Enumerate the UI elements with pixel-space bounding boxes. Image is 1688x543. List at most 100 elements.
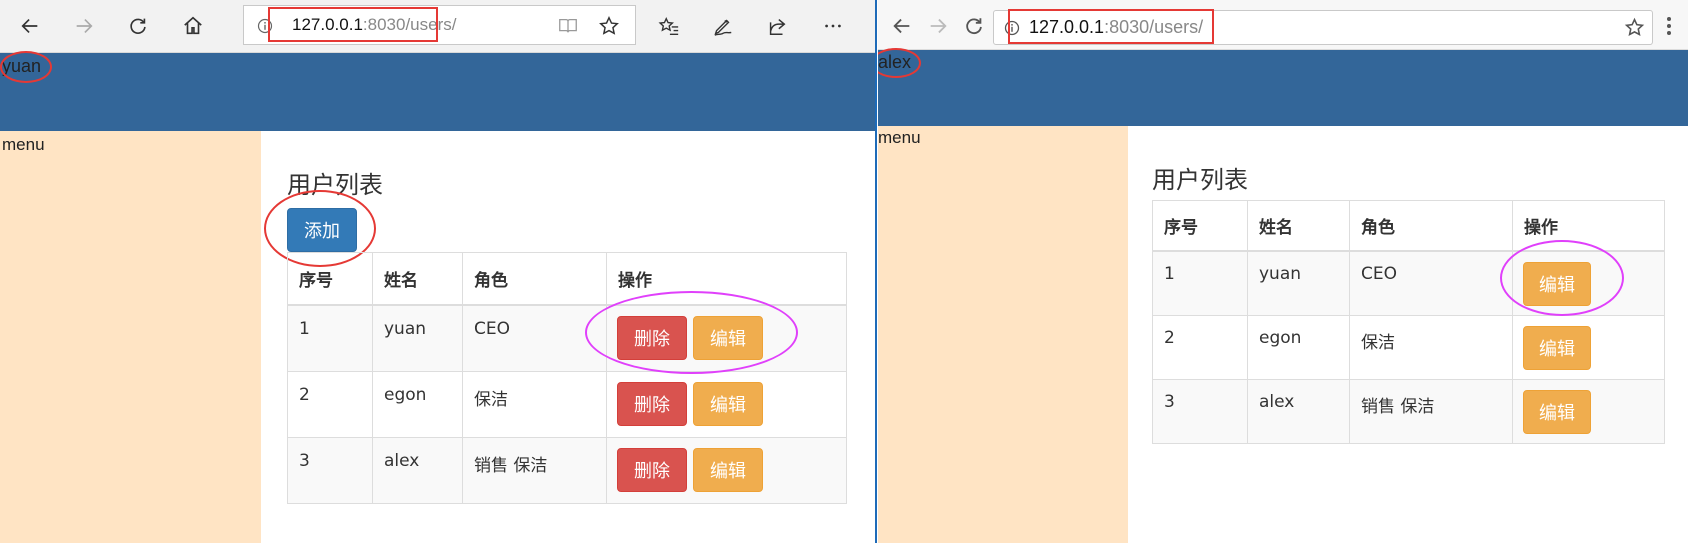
current-user: yuan (2, 56, 42, 76)
edit-button[interactable]: 编辑 (1523, 325, 1591, 370)
column-header-name: 姓名 (1247, 200, 1350, 252)
address-bar[interactable]: 127.0.0.1:8030/users/ (993, 9, 1653, 45)
favorites-button[interactable] (651, 8, 687, 44)
arrow-right-icon (76, 18, 93, 34)
share-icon (769, 19, 786, 35)
forward-button[interactable] (920, 8, 956, 44)
arrow-left-icon (893, 18, 910, 34)
page-header: alex (878, 50, 1688, 126)
info-icon (1004, 20, 1020, 36)
browser-window-left: 127.0.0.1:8030/users/ yuan menu 用户列表 添加 … (0, 0, 877, 543)
more-button[interactable] (815, 8, 851, 44)
cell-role: 销售 保洁 (462, 436, 607, 504)
url-text: 127.0.0.1:8030/users/ (1029, 17, 1203, 38)
cell-name: yuan (1247, 250, 1350, 316)
share-button[interactable] (759, 8, 795, 44)
browser-window-right: 127.0.0.1:8030/users/ alex menu 用户列表 序号 … (878, 0, 1688, 543)
pen-icon (714, 19, 732, 36)
table-row: 3 alex 销售 保洁 删除 编辑 (287, 436, 847, 504)
cell-id: 3 (1152, 378, 1248, 444)
edit-button[interactable]: 编辑 (1523, 262, 1591, 306)
table-header-row: 序号 姓名 角色 操作 (287, 252, 847, 306)
arrow-left-icon (21, 18, 38, 34)
edit-button[interactable]: 编辑 (1523, 389, 1591, 434)
refresh-button[interactable] (120, 8, 156, 44)
edit-button[interactable]: 编辑 (693, 316, 763, 360)
cell-id: 2 (287, 370, 373, 438)
edit-button[interactable]: 编辑 (693, 381, 763, 426)
column-header-id: 序号 (1152, 200, 1248, 252)
menu-label: menu (878, 128, 921, 147)
home-button[interactable] (175, 8, 211, 44)
bookmark-star-icon[interactable] (1624, 17, 1645, 38)
favorites-list-icon (658, 17, 679, 35)
column-header-actions: 操作 (1512, 200, 1665, 252)
table-row: 1 yuan CEO 删除 编辑 (287, 304, 847, 372)
delete-button[interactable]: 删除 (617, 447, 687, 492)
table-row: 2 egon 保洁 编辑 (1152, 314, 1665, 380)
delete-button[interactable]: 删除 (617, 316, 687, 360)
arrow-right-icon (930, 18, 947, 34)
home-icon (184, 16, 202, 35)
cell-actions: 编辑 (1512, 250, 1665, 316)
cell-actions: 编辑 (1512, 314, 1665, 380)
cell-name: alex (1247, 378, 1350, 444)
url-host: 127.0.0.1 (292, 15, 363, 34)
reload-button[interactable] (956, 8, 992, 44)
menu-dots-icon[interactable] (1663, 14, 1675, 38)
more-dots-icon (825, 24, 841, 28)
favorite-star-icon[interactable] (598, 15, 620, 37)
address-bar[interactable]: 127.0.0.1:8030/users/ (243, 5, 636, 45)
reading-view-icon[interactable] (557, 15, 579, 37)
column-header-name: 姓名 (372, 252, 463, 306)
url-text: 127.0.0.1:8030/users/ (292, 15, 456, 35)
column-header-role: 角色 (1349, 200, 1513, 252)
info-icon (257, 18, 273, 34)
current-user: alex (878, 52, 912, 72)
page-title: 用户列表 (287, 171, 383, 199)
url-path: :8030/users/ (362, 15, 457, 34)
users-table: 序号 姓名 角色 操作 1 yuan CEO 编辑 2 egon 保洁 编辑 3… (1152, 200, 1665, 444)
table-header-row: 序号 姓名 角色 操作 (1152, 200, 1665, 252)
sidebar: menu (878, 126, 1128, 543)
cell-role: CEO (1349, 250, 1513, 316)
url-host: 127.0.0.1 (1029, 17, 1105, 37)
delete-button[interactable]: 删除 (617, 381, 687, 426)
column-header-role: 角色 (462, 252, 607, 306)
browser-toolbar: 127.0.0.1:8030/users/ (0, 0, 875, 53)
browser-toolbar: 127.0.0.1:8030/users/ (878, 0, 1688, 50)
cell-actions: 删除 编辑 (606, 370, 847, 438)
table-row: 2 egon 保洁 删除 编辑 (287, 370, 847, 438)
refresh-icon (130, 18, 146, 34)
add-user-button[interactable]: 添加 (287, 208, 357, 252)
sidebar: menu (0, 131, 261, 543)
notes-button[interactable] (705, 8, 741, 44)
forward-button[interactable] (66, 8, 102, 44)
cell-name: yuan (372, 304, 463, 372)
cell-id: 1 (1152, 250, 1248, 316)
cell-role: 保洁 (462, 370, 607, 438)
cell-name: alex (372, 436, 463, 504)
menu-label: menu (2, 135, 45, 154)
table-row: 3 alex 销售 保洁 编辑 (1152, 378, 1665, 444)
table-row: 1 yuan CEO 编辑 (1152, 250, 1665, 316)
cell-id: 3 (287, 436, 373, 504)
reload-icon (966, 18, 982, 35)
cell-role: CEO (462, 304, 607, 372)
cell-role: 保洁 (1349, 314, 1513, 380)
page-title: 用户列表 (1152, 166, 1248, 194)
page-header: yuan (0, 53, 875, 131)
cell-actions: 删除 编辑 (606, 436, 847, 504)
column-header-actions: 操作 (606, 252, 847, 306)
back-button[interactable] (12, 8, 48, 44)
cell-id: 1 (287, 304, 373, 372)
cell-name: egon (1247, 314, 1350, 380)
back-button[interactable] (884, 8, 920, 44)
cell-id: 2 (1152, 314, 1248, 380)
cell-actions: 删除 编辑 (606, 304, 847, 372)
url-path: :8030/users/ (1104, 17, 1204, 37)
cell-name: egon (372, 370, 463, 438)
cell-actions: 编辑 (1512, 378, 1665, 444)
column-header-id: 序号 (287, 252, 373, 306)
edit-button[interactable]: 编辑 (693, 447, 763, 492)
